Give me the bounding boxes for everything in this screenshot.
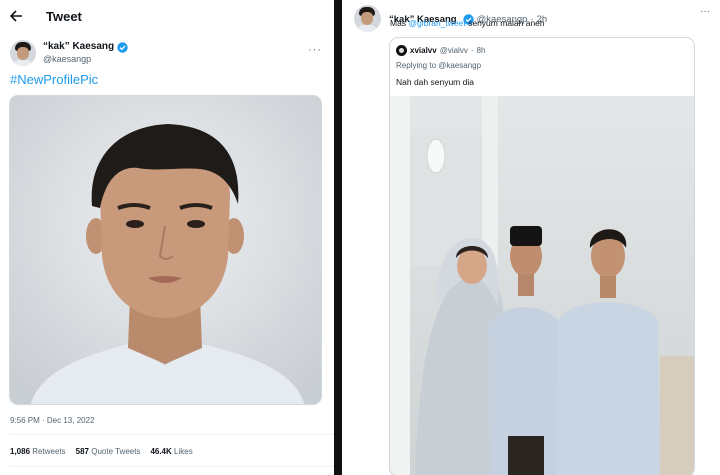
page-title: Tweet <box>46 8 82 24</box>
right-tweet-panel: “kak” Kaesang @kaesangp · 2h ··· Mas @gi… <box>342 0 720 475</box>
more-horizontal-icon[interactable]: ··· <box>700 6 710 17</box>
likes-stat[interactable]: 46.4K Likes <box>150 447 192 456</box>
tweet-author: “kak” Kaesang @kaesangp ··· <box>0 32 334 68</box>
back-arrow-icon[interactable] <box>8 8 24 24</box>
hashtag-link[interactable]: #NewProfilePic <box>0 71 334 91</box>
mention-link[interactable]: @gibran_tweet <box>408 18 465 28</box>
verified-badge-icon <box>117 41 128 53</box>
quoted-tweet[interactable]: xvialvv @vialvv · 8h Replying to @kaesan… <box>389 37 695 475</box>
divider <box>9 434 334 435</box>
left-tweet-panel: Tweet “kak” Kaesang @kaesangp ··· #NewPr… <box>0 0 334 475</box>
quoted-tweet-header: xvialvv @vialvv · 8h <box>396 45 485 56</box>
tweet-stats: 1,086 Retweets 587 Quote Tweets 46.4K Li… <box>10 447 193 456</box>
separator-dot: · <box>470 46 474 55</box>
quoted-tweet-text: Nah dah senyum dia <box>396 77 474 87</box>
group-photo[interactable] <box>390 96 694 475</box>
avatar[interactable] <box>354 5 381 32</box>
quoted-author-handle[interactable]: @vialvv <box>440 46 468 55</box>
author-handle[interactable]: @kaesangp <box>43 53 128 65</box>
replying-to-label: Replying to @kaesangp <box>396 61 482 70</box>
tweet-text: Mas @gibran_tweet senyum malah aneh <box>390 18 545 28</box>
avatar[interactable] <box>396 45 407 56</box>
more-horizontal-icon[interactable]: ··· <box>308 44 322 56</box>
divider <box>9 466 334 467</box>
quoted-tweet-time[interactable]: 8h <box>477 46 486 55</box>
tweet-header-bar: Tweet <box>0 0 334 32</box>
profile-photo[interactable] <box>9 95 322 405</box>
retweets-stat[interactable]: 1,086 Retweets <box>10 447 66 456</box>
quoted-author-name[interactable]: xvialvv <box>410 46 437 55</box>
quote-tweets-stat[interactable]: 587 Quote Tweets <box>76 447 141 456</box>
tweet-timestamp[interactable]: 9:56 PM · Dec 13, 2022 <box>10 416 95 425</box>
author-name[interactable]: “kak” Kaesang <box>43 41 114 53</box>
avatar[interactable] <box>10 40 36 66</box>
